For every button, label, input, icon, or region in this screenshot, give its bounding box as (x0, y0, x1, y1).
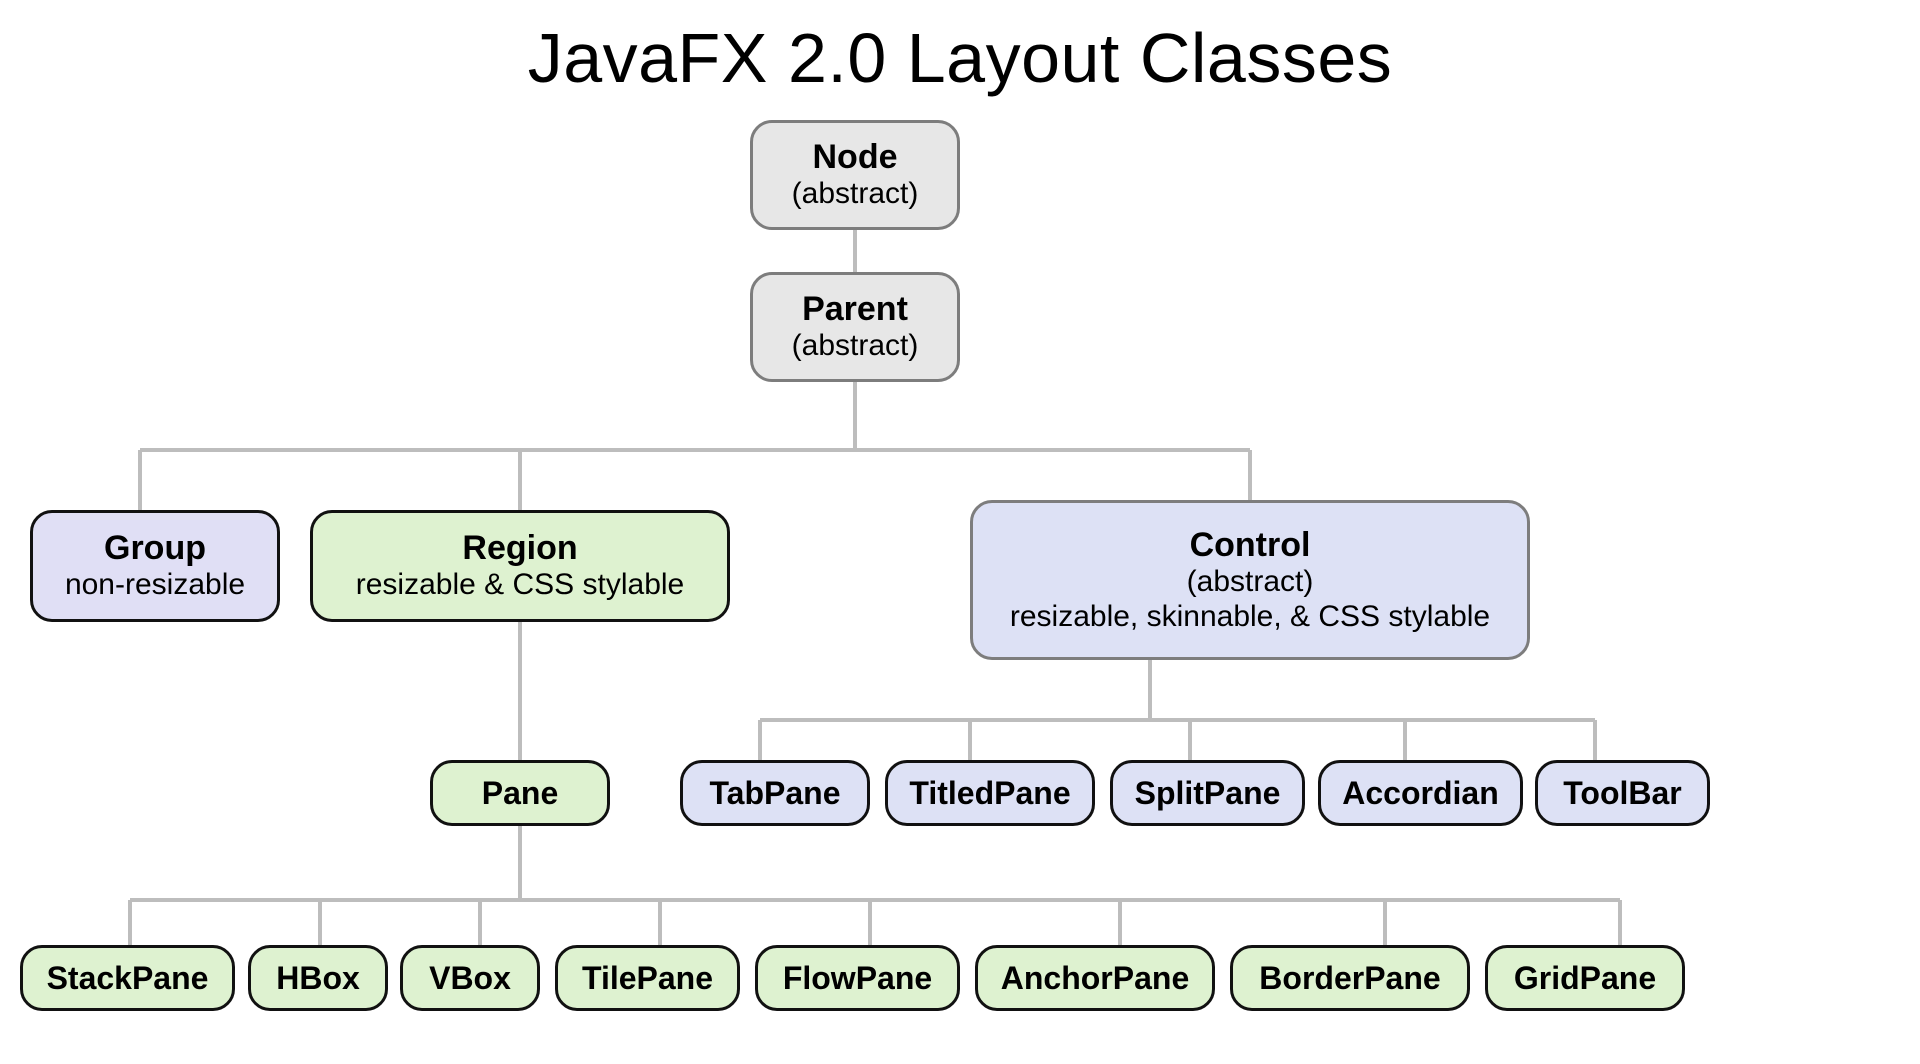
class-control: Control (abstract) resizable, skinnable,… (970, 500, 1530, 660)
class-name: BorderPane (1259, 960, 1440, 997)
class-name: Node (813, 138, 898, 177)
class-name: FlowPane (783, 960, 932, 997)
class-toolbar: ToolBar (1535, 760, 1710, 826)
class-vbox: VBox (400, 945, 540, 1011)
class-name: VBox (429, 960, 511, 997)
class-name: AnchorPane (1001, 960, 1189, 997)
class-name: GridPane (1514, 960, 1656, 997)
class-name: Accordian (1342, 775, 1498, 812)
class-accordian: Accordian (1318, 760, 1523, 826)
class-note: resizable & CSS stylable (356, 568, 684, 603)
class-splitpane: SplitPane (1110, 760, 1305, 826)
class-stackpane: StackPane (20, 945, 235, 1011)
class-pane: Pane (430, 760, 610, 826)
class-titledpane: TitledPane (885, 760, 1095, 826)
class-anchorpane: AnchorPane (975, 945, 1215, 1011)
class-group: Group non-resizable (30, 510, 280, 622)
class-name: TabPane (710, 775, 841, 812)
class-tabpane: TabPane (680, 760, 870, 826)
class-node: Node (abstract) (750, 120, 960, 230)
class-parent: Parent (abstract) (750, 272, 960, 382)
class-note: non-resizable (65, 568, 245, 603)
connector-lines (0, 0, 1920, 1064)
diagram-stage: JavaFX 2.0 Layout Classes (0, 0, 1920, 1064)
class-name: StackPane (47, 960, 209, 997)
class-gridpane: GridPane (1485, 945, 1685, 1011)
class-note: (abstract) (1187, 565, 1314, 600)
class-hbox: HBox (248, 945, 388, 1011)
class-note2: resizable, skinnable, & CSS stylable (1010, 600, 1490, 635)
class-name: Parent (802, 290, 908, 329)
diagram-title: JavaFX 2.0 Layout Classes (0, 18, 1920, 98)
class-name: Control (1190, 526, 1311, 565)
class-name: Group (104, 529, 206, 568)
class-name: ToolBar (1563, 775, 1682, 812)
class-flowpane: FlowPane (755, 945, 960, 1011)
class-borderpane: BorderPane (1230, 945, 1470, 1011)
class-note: (abstract) (792, 329, 919, 364)
class-tilepane: TilePane (555, 945, 740, 1011)
class-name: TilePane (582, 960, 713, 997)
class-name: SplitPane (1135, 775, 1281, 812)
class-name: Region (462, 529, 577, 568)
class-name: TitledPane (909, 775, 1070, 812)
class-region: Region resizable & CSS stylable (310, 510, 730, 622)
class-name: HBox (276, 960, 360, 997)
class-note: (abstract) (792, 177, 919, 212)
class-name: Pane (482, 775, 558, 812)
